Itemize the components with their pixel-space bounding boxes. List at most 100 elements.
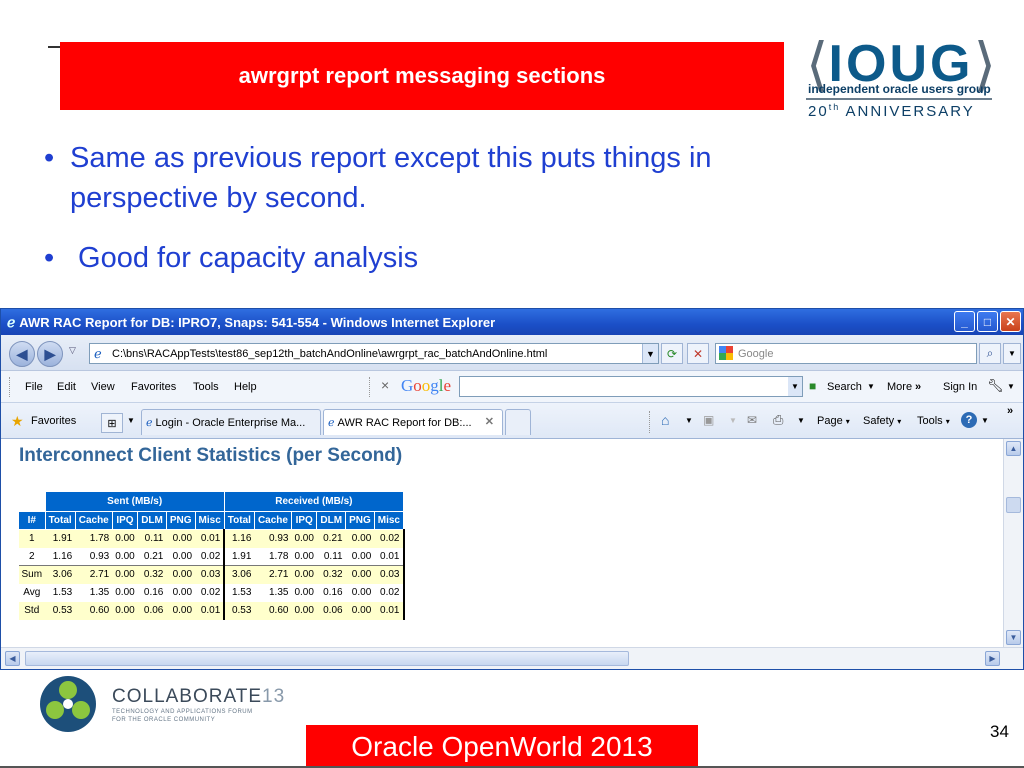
- help-dropdown-icon[interactable]: ▼: [981, 416, 989, 425]
- forward-button[interactable]: ▶: [37, 341, 63, 367]
- refresh-icon[interactable]: ⟳: [661, 343, 683, 364]
- table-cell: Avg: [18, 583, 46, 602]
- scroll-left-icon[interactable]: ◀: [5, 651, 20, 666]
- table-cell: 0.00: [345, 601, 375, 620]
- new-tab-button[interactable]: [505, 409, 531, 435]
- home-icon[interactable]: ⌂: [661, 412, 669, 428]
- google-input-dropdown-icon[interactable]: ▼: [788, 377, 802, 396]
- table-row: Avg 1.53 1.35 0.00 0.16 0.00 0.02 1.53 1…: [18, 583, 405, 602]
- menu-help[interactable]: Help: [234, 381, 257, 393]
- table-row: Std 0.53 0.60 0.00 0.06 0.00 0.01 0.53 0…: [18, 601, 405, 620]
- address-bar-row: ◀ ▶ ▽ ℯ C:\bns\RACAppTests\test86_sep12t…: [1, 335, 1023, 371]
- print-icon[interactable]: ⎙: [773, 412, 783, 428]
- horizontal-scrollbar[interactable]: ◀ ▶: [1, 647, 1023, 669]
- group-header-sent: Sent (MB/s): [44, 491, 225, 512]
- search-options-icon[interactable]: ▼: [1003, 343, 1021, 364]
- tab-login-oem[interactable]: ℯ Login - Oracle Enterprise Ma...: [141, 409, 321, 435]
- scroll-up-icon[interactable]: ▲: [1006, 441, 1021, 456]
- column-header: PNG: [165, 511, 196, 530]
- search-dropdown-icon[interactable]: ▼: [867, 382, 875, 391]
- bullet-list: • Same as previous report except this put…: [44, 138, 864, 298]
- collaborate-logo: COLLABORATE13 TECHNOLOGY AND APPLICATION…: [112, 686, 292, 724]
- close-button[interactable]: ✕: [1000, 311, 1021, 332]
- stop-icon[interactable]: ✕: [687, 343, 709, 364]
- google-toolbar-input[interactable]: ▼: [459, 376, 803, 397]
- tab-bar: ★ Favorites ⊞ ▼ ℯ Login - Oracle Enterpr…: [1, 403, 1023, 439]
- maximize-button[interactable]: □: [977, 311, 998, 332]
- tab-list-dropdown-icon[interactable]: ▼: [127, 416, 135, 425]
- column-header: DLM: [316, 511, 347, 530]
- help-icon[interactable]: ?: [961, 412, 977, 428]
- toolbar-grip: [9, 377, 10, 397]
- window-title-bar[interactable]: ℯ AWR RAC Report for DB: IPRO7, Snaps: 5…: [1, 309, 1023, 335]
- ioug-logo: ⟨ IOUG ⟩ independent oracle users group …: [786, 34, 1016, 124]
- search-go-icon[interactable]: ⌕: [979, 343, 1001, 364]
- mail-icon[interactable]: ✉: [747, 413, 757, 427]
- google-search-icon: [719, 346, 733, 360]
- column-header: Misc: [194, 511, 225, 530]
- table-cell: 0.16: [137, 583, 167, 602]
- column-header: I#: [18, 511, 46, 530]
- table-cell: 0.06: [137, 601, 167, 620]
- menu-tools[interactable]: Tools: [193, 381, 219, 393]
- feeds-dropdown-icon[interactable]: ▼: [729, 416, 737, 425]
- chevron-right-icon[interactable]: »: [915, 381, 921, 393]
- window-title: AWR RAC Report for DB: IPRO7, Snaps: 541…: [19, 314, 496, 330]
- sign-in-button[interactable]: Sign In: [943, 381, 977, 393]
- more-button[interactable]: More: [887, 381, 912, 393]
- table-cell: 1.53: [45, 583, 76, 602]
- table-cell: 1.91: [224, 547, 255, 566]
- table-cell: 1.35: [254, 583, 292, 602]
- table-cell: 0.00: [345, 583, 375, 602]
- close-toolbar-icon[interactable]: ×: [381, 377, 389, 393]
- wrench-icon[interactable]: 🔧︎: [987, 378, 1004, 394]
- address-field[interactable]: ℯ C:\bns\RACAppTests\test86_sep12th_batc…: [89, 343, 659, 364]
- home-dropdown-icon[interactable]: ▼: [685, 416, 693, 425]
- google-letter: e: [443, 376, 452, 395]
- wrench-dropdown-icon[interactable]: ▼: [1007, 382, 1015, 391]
- address-dropdown-icon[interactable]: ▼: [642, 344, 658, 363]
- minimize-button[interactable]: _: [954, 311, 975, 332]
- menu-view[interactable]: View: [91, 381, 115, 393]
- table-cell: Std: [18, 601, 46, 620]
- favorites-button[interactable]: Favorites: [31, 415, 76, 427]
- google-search-button[interactable]: Search: [827, 381, 862, 393]
- bullet-dot: •: [44, 242, 55, 274]
- footer-banner-text: Oracle OpenWorld 2013: [351, 730, 653, 762]
- back-button[interactable]: ◀: [9, 341, 35, 367]
- quick-tabs-icon[interactable]: ⊞: [101, 413, 123, 433]
- horizontal-scroll-thumb[interactable]: [25, 651, 629, 666]
- table-cell: 0.03: [374, 565, 405, 584]
- safety-menu[interactable]: Safety ▾: [863, 415, 901, 427]
- menu-file[interactable]: File: [25, 381, 43, 393]
- report-heading: Interconnect Client Statistics (per Seco…: [19, 445, 403, 466]
- safety-menu-label: Safety: [863, 415, 895, 427]
- scroll-right-icon[interactable]: ▶: [985, 651, 1000, 666]
- menu-edit[interactable]: Edit: [57, 381, 76, 393]
- menu-favorites[interactable]: Favorites: [131, 381, 176, 393]
- collaborate-tagline-line: TECHNOLOGY AND APPLICATIONS FORUM: [112, 709, 253, 715]
- feeds-icon[interactable]: ▣: [703, 413, 714, 427]
- table-cell: 0.53: [224, 601, 255, 620]
- close-tab-icon[interactable]: ✕: [485, 415, 494, 428]
- chevron-right-icon[interactable]: »: [1007, 405, 1013, 417]
- vertical-scroll-thumb[interactable]: [1006, 497, 1021, 513]
- browser-search-input[interactable]: Google: [715, 343, 977, 364]
- favorites-star-icon[interactable]: ★: [11, 413, 24, 430]
- page-icon: ℯ: [94, 346, 102, 361]
- ie-logo-icon: ℯ: [7, 313, 16, 330]
- table-cell: 0.16: [316, 583, 346, 602]
- table-cell: 0.00: [112, 547, 138, 566]
- page-menu[interactable]: Page ▾: [817, 415, 850, 427]
- history-dropdown-icon[interactable]: ▽: [69, 345, 76, 356]
- table-cell: 0.00: [291, 529, 317, 548]
- collaborate-tagline-line: FOR THE ORACLE COMMUNITY: [112, 717, 216, 723]
- print-dropdown-icon[interactable]: ▼: [797, 416, 805, 425]
- table-cell: 1.16: [45, 547, 76, 566]
- tools-menu[interactable]: Tools ▾: [917, 415, 950, 427]
- scroll-down-icon[interactable]: ▼: [1006, 630, 1021, 645]
- vertical-scrollbar[interactable]: ▲ ▼: [1003, 439, 1023, 647]
- table-cell: 1.91: [45, 529, 76, 548]
- table-cell: 0.93: [75, 547, 113, 566]
- tab-awr-report[interactable]: ℯ AWR RAC Report for DB:... ✕: [323, 409, 503, 435]
